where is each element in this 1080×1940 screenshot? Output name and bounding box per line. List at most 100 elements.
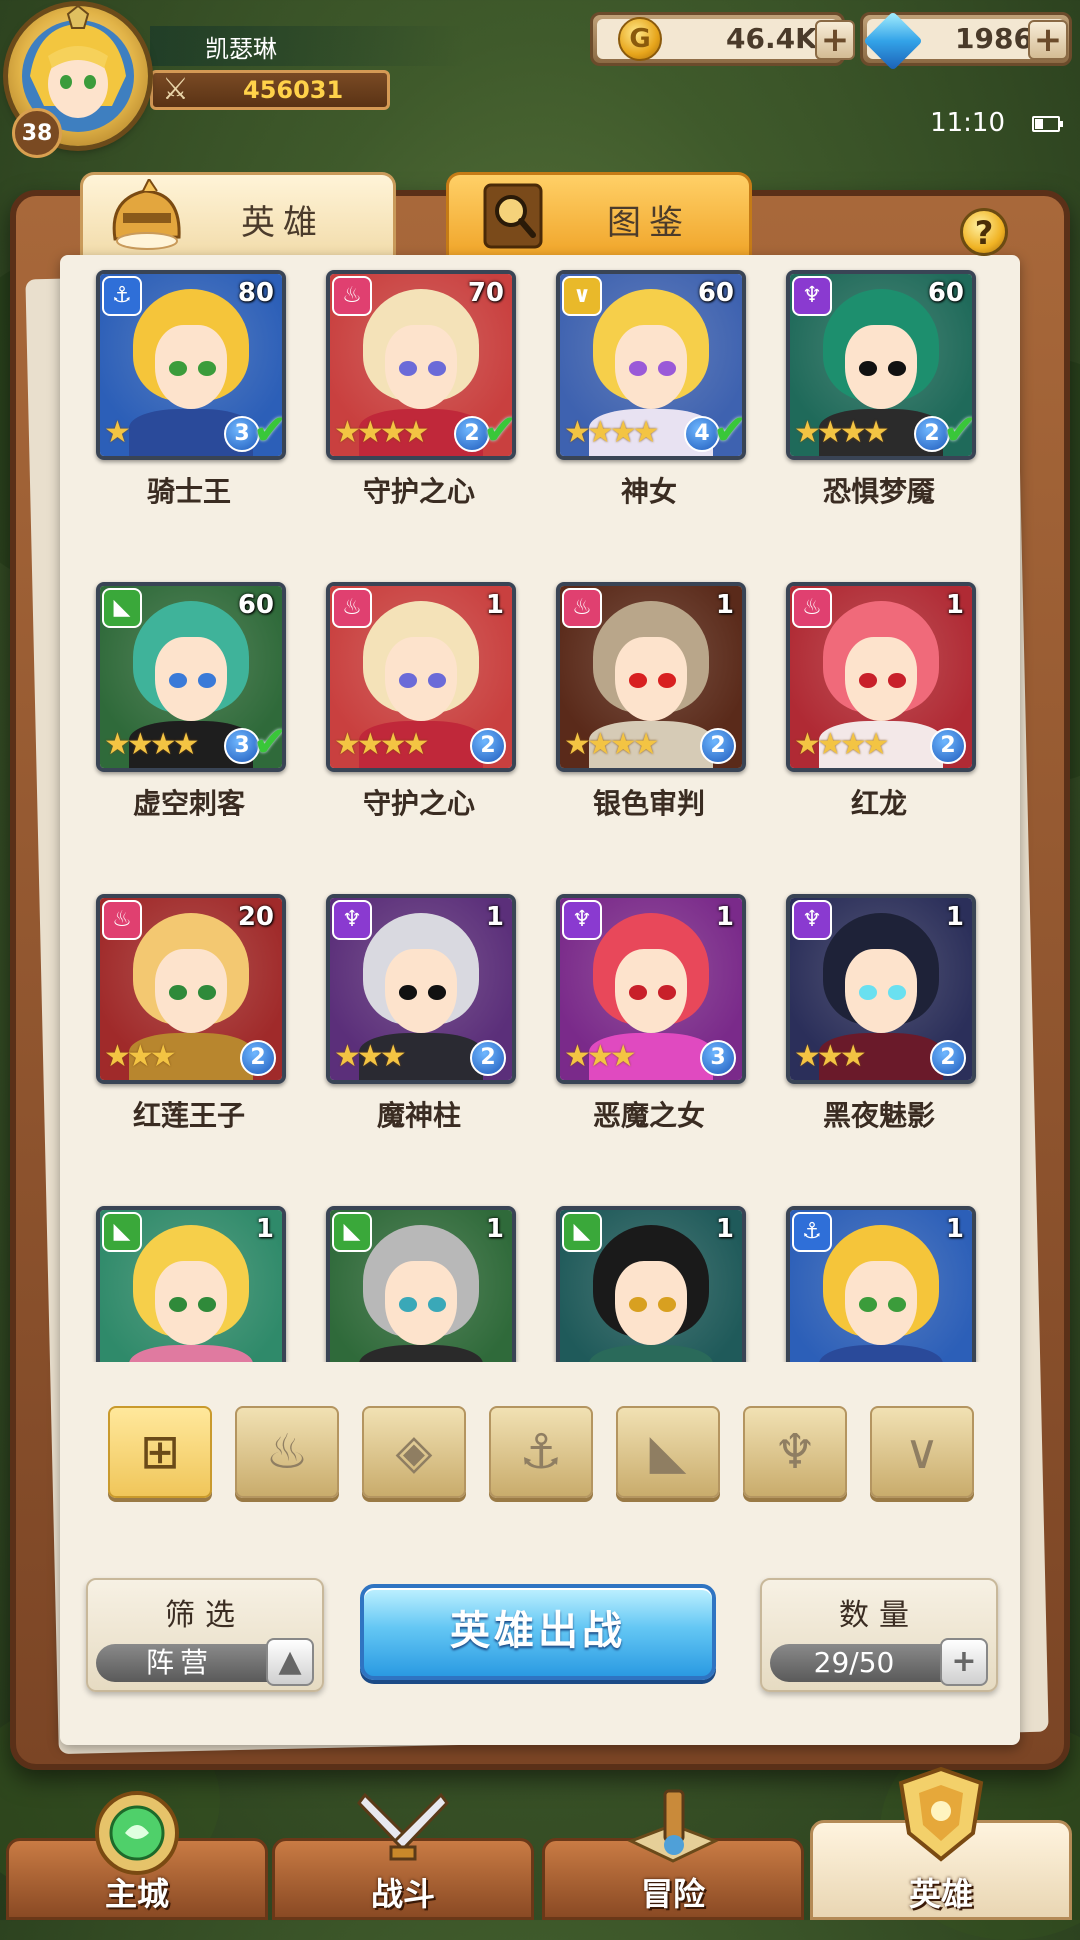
hero-card[interactable]: ⚓ 80 ★ 3 ✔ 骑士王 [74, 262, 304, 562]
hero-card[interactable]: ♨ 1 ★★★★ 2 ✔ 守护之心 [304, 574, 534, 874]
grid-all-icon[interactable]: ⊞ [108, 1406, 212, 1498]
gold-coin-icon: G [618, 17, 662, 61]
hero-level: 60 [927, 278, 964, 308]
hero-name: 黑夜魅影 [822, 1099, 935, 1132]
deployed-check-icon: ✔ [712, 405, 746, 454]
beast-element-icon: ◣ [102, 588, 142, 628]
help-button[interactable]: ? [960, 208, 1008, 256]
nav-main-city-label: 主城 [104, 1875, 169, 1913]
hero-card[interactable]: ♆ 1 ★★★ 2 ✔ 魔神柱 [304, 886, 534, 1186]
flame-element-icon: ♨ [332, 276, 372, 316]
horns-element-icon: ♆ [792, 276, 832, 316]
filter-title: 筛选 [165, 1598, 245, 1633]
chevron-faction-icon[interactable]: ∨ [870, 1406, 974, 1498]
add-gold-button[interactable]: + [815, 20, 855, 60]
tab-codex[interactable]: 图鉴 [446, 172, 752, 256]
horns-element-icon: ♆ [792, 900, 832, 940]
bottom-navigation: 主城 战斗 冒险 英雄 [0, 1766, 1080, 1920]
battery-icon [1032, 116, 1063, 132]
anchor-element-icon: ⚓ [102, 276, 142, 316]
chevron-up-icon[interactable]: ▲ [266, 1638, 314, 1686]
anchor-faction-icon[interactable]: ⚓ [489, 1406, 593, 1498]
hero-name: 恐惧梦魇 [822, 475, 935, 508]
hero-portrait[interactable]: ⚓ 1 ✔ [786, 1206, 976, 1362]
hero-card[interactable]: ◣ 1 ✔ [534, 1198, 764, 1362]
horns-faction-icon[interactable]: ♆ [743, 1406, 847, 1498]
nav-battle[interactable]: 战斗 [272, 1792, 534, 1920]
hero-portrait[interactable]: ⚓ 80 ★ 3 ✔ [96, 270, 286, 460]
player-info[interactable]: 凯瑟琳 456031 ⚔ 38 [0, 0, 465, 158]
hero-portrait[interactable]: ◣ 1 ✔ [326, 1206, 516, 1362]
hero-card[interactable]: ◣ 60 ★★★★ 3 ✔ 虚空刺客 [74, 574, 304, 874]
nav-adventure-label: 冒险 [640, 1875, 705, 1913]
hero-name: 魔神柱 [376, 1099, 461, 1132]
hero-card[interactable]: ♆ 1 ★★★ 2 ✔ 黑夜魅影 [764, 886, 994, 1186]
hero-rank-badge: 2 [470, 1040, 506, 1076]
diamond-faction-icon[interactable]: ◈ [362, 1406, 466, 1498]
deployed-check-icon: ✔ [252, 405, 286, 454]
hero-portrait[interactable]: ◣ 1 ✔ [96, 1206, 286, 1362]
filter-panel[interactable]: 筛选 阵营 ▲ [86, 1578, 324, 1692]
star-rating: ★★★ [564, 1039, 637, 1074]
hero-portrait[interactable]: ♨ 70 ★★★★ 2 ✔ [326, 270, 516, 460]
chevron-element-icon: ∨ [562, 276, 602, 316]
hero-name: 红莲王子 [132, 1099, 245, 1132]
hero-portrait[interactable]: ♨ 1 ★★★★ 2 ✔ [326, 582, 516, 772]
hero-portrait[interactable]: ∨ 60 ★★★★ 4 ✔ [556, 270, 746, 460]
hero-card[interactable]: ♆ 1 ★★★ 3 ✔ 恶魔之女 [534, 886, 764, 1186]
hero-level: 70 [467, 278, 504, 308]
deploy-heroes-button[interactable]: 英雄出战 [360, 1584, 716, 1680]
hero-level: 60 [237, 590, 274, 620]
hero-rank-badge: 3 [700, 1040, 736, 1076]
hero-card[interactable]: ♨ 20 ★★★ 2 ✔ 红莲王子 [74, 886, 304, 1186]
hero-card[interactable]: ♨ 1 ★★★★ 2 ✔ 银色审判 [534, 574, 764, 874]
hero-level: 60 [697, 278, 734, 308]
nav-adventure[interactable]: 冒险 [542, 1789, 804, 1920]
flame-element-icon: ♨ [332, 588, 372, 628]
hero-portrait[interactable]: ♆ 1 ★★★ 3 ✔ [556, 894, 746, 1084]
hero-portrait[interactable]: ♨ 20 ★★★ 2 ✔ [96, 894, 286, 1084]
hero-level: 1 [485, 902, 504, 932]
beast-element-icon: ◣ [102, 1212, 142, 1252]
nav-heroes[interactable]: 英雄 [810, 1766, 1072, 1920]
flame-element-icon: ♨ [562, 588, 602, 628]
hero-portrait[interactable]: ◣ 1 ✔ [556, 1206, 746, 1362]
hero-portrait[interactable]: ◣ 60 ★★★★ 3 ✔ [96, 582, 286, 772]
star-rating: ★★★ [334, 1039, 407, 1074]
flame-element-icon: ♨ [792, 588, 832, 628]
nav-main-city[interactable]: 主城 [6, 1791, 268, 1920]
hero-card[interactable]: ⚓ 1 ✔ [764, 1198, 994, 1362]
anchor-element-icon: ⚓ [792, 1212, 832, 1252]
star-rating: ★★★★ [564, 727, 660, 762]
flame-faction-icon[interactable]: ♨ [235, 1406, 339, 1498]
expand-capacity-button[interactable]: + [940, 1638, 988, 1686]
hero-card[interactable]: ∨ 60 ★★★★ 4 ✔ 神女 [534, 262, 764, 562]
hero-rank-badge: 2 [470, 728, 506, 764]
hero-level: 1 [945, 902, 964, 932]
star-rating: ★ [104, 415, 131, 450]
flame-element-icon: ♨ [102, 900, 142, 940]
hero-card[interactable]: ◣ 1 ✔ [304, 1198, 534, 1362]
star-rating: ★★★★ [104, 727, 200, 762]
gold-amount: 46.4K [726, 22, 817, 55]
hero-card[interactable]: ♨ 1 ★★★★ 2 ✔ 红龙 [764, 574, 994, 874]
beast-faction-icon[interactable]: ◣ [616, 1406, 720, 1498]
crossed-swords-icon: ⚔ [162, 72, 189, 107]
hero-card[interactable]: ♨ 70 ★★★★ 2 ✔ 守护之心 [304, 262, 534, 562]
beast-element-icon: ◣ [332, 1212, 372, 1252]
hero-portrait[interactable]: ♆ 1 ★★★ 2 ✔ [786, 894, 976, 1084]
hero-portrait[interactable]: ♆ 1 ★★★ 2 ✔ [326, 894, 516, 1084]
hero-card[interactable]: ◣ 1 ✔ [74, 1198, 304, 1362]
hero-level: 1 [945, 1214, 964, 1244]
hero-portrait[interactable]: ♨ 1 ★★★★ 2 ✔ [786, 582, 976, 772]
add-gems-button[interactable]: + [1028, 20, 1068, 60]
hero-portrait[interactable]: ♆ 60 ★★★★ 2 ✔ [786, 270, 976, 460]
hero-level: 1 [255, 1214, 274, 1244]
hero-portrait[interactable]: ♨ 1 ★★★★ 2 ✔ [556, 582, 746, 772]
hero-grid[interactable]: ⚓ 80 ★ 3 ✔ 骑士王 ♨ 70 ★★★★ 2 ✔ 守护之心 ∨ 60 ★… [74, 262, 1009, 1362]
hero-level: 1 [485, 590, 504, 620]
tab-heroes[interactable]: 英雄 [80, 172, 396, 256]
hero-name: 神女 [620, 475, 677, 508]
hero-name: 红龙 [850, 787, 907, 820]
hero-card[interactable]: ♆ 60 ★★★★ 2 ✔ 恐惧梦魇 [764, 262, 994, 562]
